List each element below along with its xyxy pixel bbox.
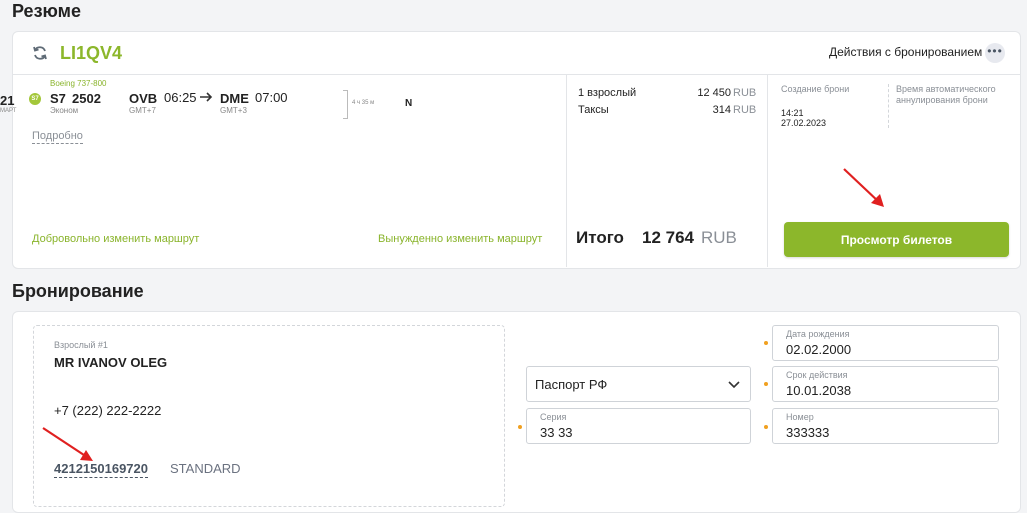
booking-section-title: Бронирование bbox=[12, 281, 144, 301]
document-number-field[interactable]: Номер 333333 bbox=[772, 408, 999, 444]
document-type-value: Паспорт РФ bbox=[535, 377, 608, 392]
expiry-date-label: Срок действия bbox=[786, 370, 848, 380]
arrival-timezone: GMT+3 bbox=[220, 106, 247, 115]
series-field[interactable]: Серия 33 33 bbox=[526, 408, 751, 444]
birth-date-field[interactable]: Дата рождения 02.02.2000 bbox=[772, 325, 999, 361]
arrow-right-icon bbox=[200, 92, 213, 102]
flight-date-month: МАРТ bbox=[0, 108, 17, 114]
ticket-number-link[interactable]: 4212150169720 bbox=[54, 461, 148, 478]
flight-duration: 4 ч 35 м bbox=[352, 100, 375, 106]
fare-class: N bbox=[405, 98, 413, 109]
expiry-date-value: 10.01.2038 bbox=[786, 383, 852, 398]
required-dot bbox=[764, 382, 768, 386]
series-label: Серия bbox=[540, 412, 567, 422]
document-type-select[interactable]: Паспорт РФ bbox=[526, 366, 751, 402]
created-time: 14:21 bbox=[781, 108, 804, 118]
summary-header-divider bbox=[13, 74, 1020, 75]
details-link[interactable]: Подробно bbox=[32, 130, 83, 144]
pnr-code: LI1QV4 bbox=[60, 43, 123, 63]
airline-logo-icon: S7 bbox=[29, 93, 41, 105]
birth-date-value: 02.02.2000 bbox=[786, 342, 852, 357]
expiry-date-field[interactable]: Срок действия 10.01.2038 bbox=[772, 366, 999, 402]
voluntary-change-link[interactable]: Добровольно изменить маршрут bbox=[32, 233, 199, 245]
required-dot bbox=[764, 425, 768, 429]
auto-cancel-label-line-2: аннулирования брони bbox=[896, 95, 988, 105]
departure-airport: OVB bbox=[129, 91, 158, 106]
annotation-arrow-icon bbox=[843, 168, 884, 207]
forced-change-link[interactable]: Вынужденно изменить маршрут bbox=[378, 233, 542, 245]
view-tickets-button[interactable]: Просмотр билетов bbox=[784, 222, 1009, 257]
passenger-name: MR IVANOV OLEG bbox=[54, 355, 168, 370]
total-amount: 12 764 bbox=[642, 228, 694, 247]
price-row-currency-adult: RUB bbox=[733, 87, 757, 99]
ticket-type: STANDARD bbox=[170, 461, 241, 476]
created-date: 27.02.2023 bbox=[781, 118, 827, 128]
flight-date-day: 21 bbox=[0, 93, 15, 108]
cabin-class: Эконом bbox=[50, 106, 79, 115]
summary-divider-1 bbox=[566, 74, 567, 267]
booking-actions-label[interactable]: Действия с бронированием bbox=[829, 45, 982, 59]
duration-bracket bbox=[343, 90, 348, 119]
total-label: Итого bbox=[576, 228, 624, 247]
arrival-time: 07:00 bbox=[255, 90, 288, 105]
price-row-currency-taxes: RUB bbox=[733, 104, 757, 116]
more-dots-icon[interactable]: ••• bbox=[985, 43, 1005, 63]
aircraft-type: Boeing 737-800 bbox=[50, 79, 107, 88]
airline-code: S7 bbox=[50, 91, 66, 106]
chevron-down-icon bbox=[728, 381, 740, 389]
summary-section-title: Резюме bbox=[12, 1, 81, 21]
document-number-label: Номер bbox=[786, 412, 814, 422]
total-currency: RUB bbox=[701, 228, 737, 247]
departure-time: 06:25 bbox=[164, 90, 197, 105]
price-row-amount-adult: 12 450 bbox=[697, 87, 731, 99]
auto-cancel-label-line-1: Время автоматического bbox=[896, 84, 996, 94]
departure-timezone: GMT+7 bbox=[129, 106, 156, 115]
annotation-arrow-icon-2 bbox=[42, 427, 93, 461]
birth-date-label: Дата рождения bbox=[786, 329, 850, 339]
arrival-airport: DME bbox=[220, 91, 249, 106]
price-row-label-taxes: Таксы bbox=[578, 104, 609, 116]
price-row-amount-taxes: 314 bbox=[712, 104, 731, 116]
series-value: 33 33 bbox=[540, 425, 573, 440]
created-label: Создание брони bbox=[781, 84, 850, 94]
price-row-label-adult: 1 взрослый bbox=[578, 87, 637, 99]
flight-number: 2502 bbox=[72, 91, 101, 106]
passenger-type: Взрослый #1 bbox=[54, 340, 108, 350]
booking-info-divider bbox=[888, 84, 889, 128]
required-dot bbox=[518, 425, 522, 429]
passenger-phone: +7 (222) 222-2222 bbox=[54, 403, 162, 418]
document-number-value: 333333 bbox=[786, 425, 830, 440]
refresh-icon[interactable] bbox=[32, 45, 48, 61]
summary-divider-2 bbox=[767, 74, 768, 267]
required-dot bbox=[764, 341, 768, 345]
